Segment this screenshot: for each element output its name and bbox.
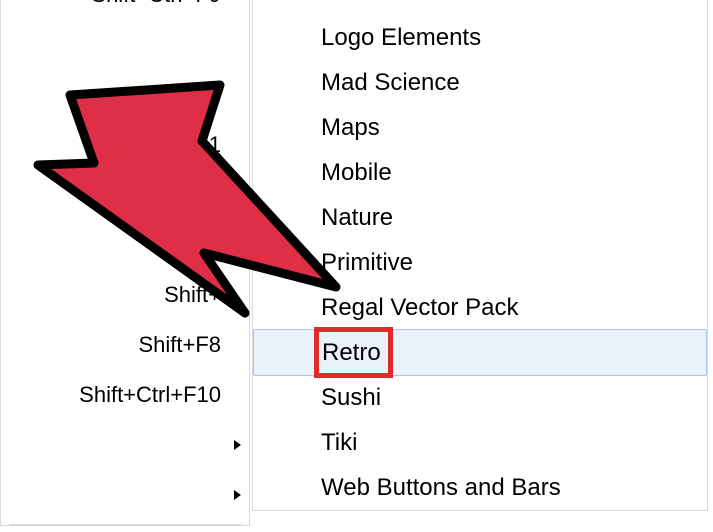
shortcut-row[interactable] (1, 70, 249, 120)
shortcut-row[interactable] (1, 220, 249, 270)
flyout-item[interactable]: Tiki (253, 420, 707, 465)
flyout-item-label: Mad Science (321, 69, 460, 97)
flyout-item-label: Illuminate Ribbons (321, 0, 518, 7)
flyout-item[interactable]: Regal Vector Pack (253, 285, 707, 330)
flyout-item-label: Primitive (321, 249, 413, 277)
shortcut-text: Shift+ (164, 282, 221, 308)
flyout-item-label: Logo Elements (321, 24, 481, 52)
flyout-menu: Illuminate Ribbons Logo Elements Mad Scien… (252, 0, 708, 511)
flyout-item[interactable]: Logo Elements (253, 15, 707, 60)
flyout-item-label: Web Buttons and Bars (321, 474, 561, 502)
flyout-item[interactable]: Nature (253, 195, 707, 240)
flyout-item-label: Mobile (321, 159, 392, 187)
flyout-item[interactable]: Mad Science (253, 60, 707, 105)
shortcut-row[interactable]: l+F1 (1, 120, 249, 170)
shortcut-row[interactable] (1, 20, 249, 70)
flyout-item-label: Sushi (321, 384, 381, 412)
shortcut-text: l+F1 (178, 132, 221, 158)
flyout-item[interactable]: Primitive (253, 240, 707, 285)
flyout-item-label: Retro (322, 339, 381, 367)
shortcuts-menu: Shift+Ctrl+F9 l+F1 Shift+ Shift+F8 Shift+Ctr… (0, 0, 250, 526)
flyout-item[interactable]: Retro (253, 329, 707, 376)
flyout-item-label: Maps (321, 114, 380, 142)
menu-divider (9, 524, 241, 525)
shortcut-text: Shift+F8 (138, 332, 221, 358)
shortcut-row[interactable] (1, 170, 249, 220)
shortcut-row[interactable]: Shift+ (1, 270, 249, 320)
shortcut-row[interactable]: Shift+F8 (1, 320, 249, 370)
flyout-item[interactable]: Sushi (253, 375, 707, 420)
flyout-item[interactable]: Mobile (253, 150, 707, 195)
flyout-item[interactable]: Web Buttons and Bars (253, 465, 707, 510)
shortcut-row[interactable] (1, 420, 249, 470)
flyout-item-label: Regal Vector Pack (321, 294, 518, 322)
shortcut-row[interactable] (1, 470, 249, 520)
shortcut-text: Shift+Ctrl+F9 (91, 0, 221, 8)
flyout-item-label: Nature (321, 204, 393, 232)
flyout-item-label: Tiki (321, 429, 357, 457)
shortcut-text: Shift+Ctrl+F10 (79, 382, 221, 408)
shortcut-row[interactable]: Shift+Ctrl+F10 (1, 370, 249, 420)
flyout-item[interactable]: Illuminate Ribbons (253, 0, 707, 15)
flyout-item[interactable]: Maps (253, 105, 707, 150)
screenshot-root: Shift+Ctrl+F9 l+F1 Shift+ Shift+F8 Shift+Ctr… (0, 0, 713, 532)
shortcut-row[interactable]: Shift+Ctrl+F9 (1, 0, 249, 20)
